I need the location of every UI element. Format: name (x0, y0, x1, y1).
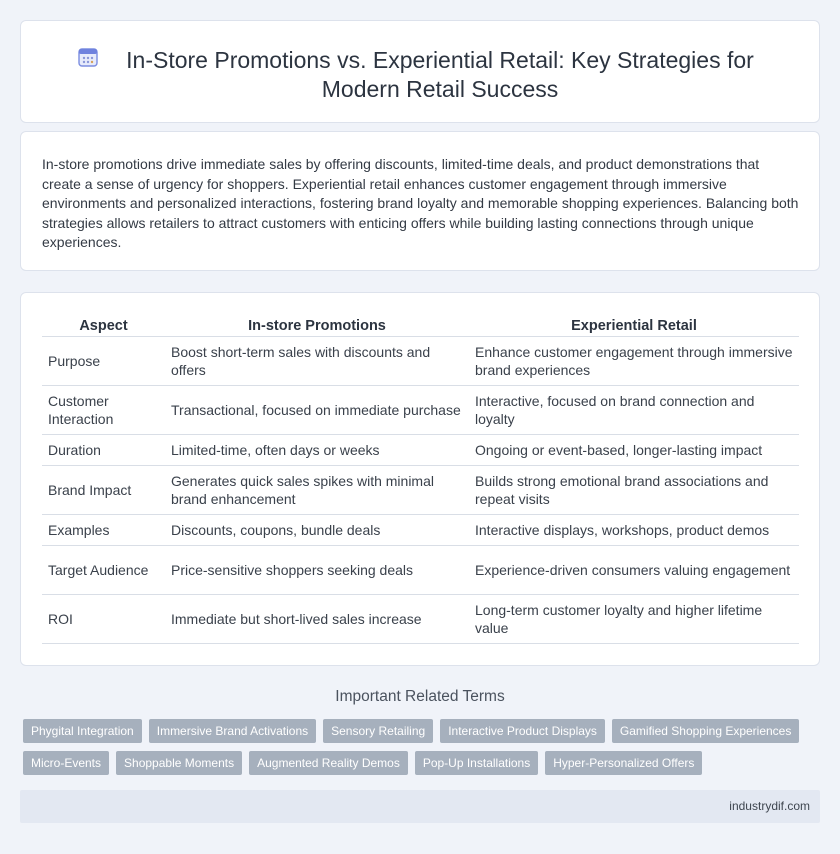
header-experiential-retail: Experiential Retail (469, 315, 799, 337)
experiential-cell: Enhance customer engagement through imme… (469, 337, 799, 386)
intro-card: In-store promotions drive immediate sale… (20, 131, 820, 271)
tag-pop-up-installations[interactable]: Pop-Up Installations (414, 751, 539, 775)
related-terms-title: Important Related Terms (335, 688, 505, 705)
related-terms-tags: Phygital Integration Immersive Brand Act… (23, 719, 823, 783)
tag-hyper-personalized-offers[interactable]: Hyper-Personalized Offers (545, 751, 703, 775)
footer: industrydif.com (20, 790, 820, 823)
promotions-cell: Boost short-term sales with discounts an… (165, 337, 469, 386)
promotions-cell: Discounts, coupons, bundle deals (165, 515, 469, 546)
table-row: ROI Immediate but short-lived sales incr… (42, 595, 799, 644)
tag-immersive-brand-activations[interactable]: Immersive Brand Activations (148, 719, 317, 743)
aspect-cell: Duration (42, 435, 165, 466)
tag-gamified-shopping-experiences[interactable]: Gamified Shopping Experiences (611, 719, 800, 743)
tag-sensory-retailing[interactable]: Sensory Retailing (323, 719, 434, 743)
table-row: Brand Impact Generates quick sales spike… (42, 466, 799, 515)
promotions-cell: Generates quick sales spikes with minima… (165, 466, 469, 515)
experiential-cell: Builds strong emotional brand associatio… (469, 466, 799, 515)
experiential-cell: Ongoing or event-based, longer-lasting i… (469, 435, 799, 466)
tag-row: Phygital Integration Immersive Brand Act… (23, 719, 823, 743)
table-row: Purpose Boost short-term sales with disc… (42, 337, 799, 386)
aspect-cell: Purpose (42, 337, 165, 386)
table-row: Duration Limited-time, often days or wee… (42, 435, 799, 466)
experiential-cell: Long-term customer loyalty and higher li… (469, 595, 799, 644)
aspect-cell: Examples (42, 515, 165, 546)
comparison-table: Aspect In-store Promotions Experiential … (42, 315, 799, 644)
aspect-cell: Brand Impact (42, 466, 165, 515)
aspect-cell: Target Audience (42, 546, 165, 595)
tag-augmented-reality-demos[interactable]: Augmented Reality Demos (249, 751, 408, 775)
aspect-cell: ROI (42, 595, 165, 644)
tag-phygital-integration[interactable]: Phygital Integration (23, 719, 142, 743)
header-aspect: Aspect (42, 315, 165, 337)
promotions-cell: Price-sensitive shoppers seeking deals (165, 546, 469, 595)
footer-site-link[interactable]: industrydif.com (729, 799, 810, 813)
comparison-card: Aspect In-store Promotions Experiential … (20, 292, 820, 666)
promotions-cell: Immediate but short-lived sales increase (165, 595, 469, 644)
experiential-cell: Interactive displays, workshops, product… (469, 515, 799, 546)
promotions-cell: Transactional, focused on immediate purc… (165, 386, 469, 435)
title-card: In-Store Promotions vs. Experiential Ret… (20, 20, 820, 123)
intro-paragraph: In-store promotions drive immediate sale… (42, 156, 799, 251)
tag-shoppable-moments[interactable]: Shoppable Moments (116, 751, 243, 775)
header-in-store-promotions: In-store Promotions (165, 315, 469, 337)
tag-row: Micro-Events Shoppable Moments Augmented… (23, 751, 823, 775)
table-row: Target Audience Price-sensitive shoppers… (42, 546, 799, 595)
tag-micro-events[interactable]: Micro-Events (23, 751, 110, 775)
aspect-cell: Customer Interaction (42, 386, 165, 435)
page-title: In-Store Promotions vs. Experiential Ret… (126, 47, 754, 102)
experiential-cell: Experience-driven consumers valuing enga… (469, 546, 799, 595)
promotions-cell: Limited-time, often days or weeks (165, 435, 469, 466)
experiential-cell: Interactive, focused on brand connection… (469, 386, 799, 435)
table-row: Customer Interaction Transactional, focu… (42, 386, 799, 435)
table-header-row: Aspect In-store Promotions Experiential … (42, 315, 799, 337)
table-row: Examples Discounts, coupons, bundle deal… (42, 515, 799, 546)
tag-interactive-product-displays[interactable]: Interactive Product Displays (440, 719, 605, 743)
